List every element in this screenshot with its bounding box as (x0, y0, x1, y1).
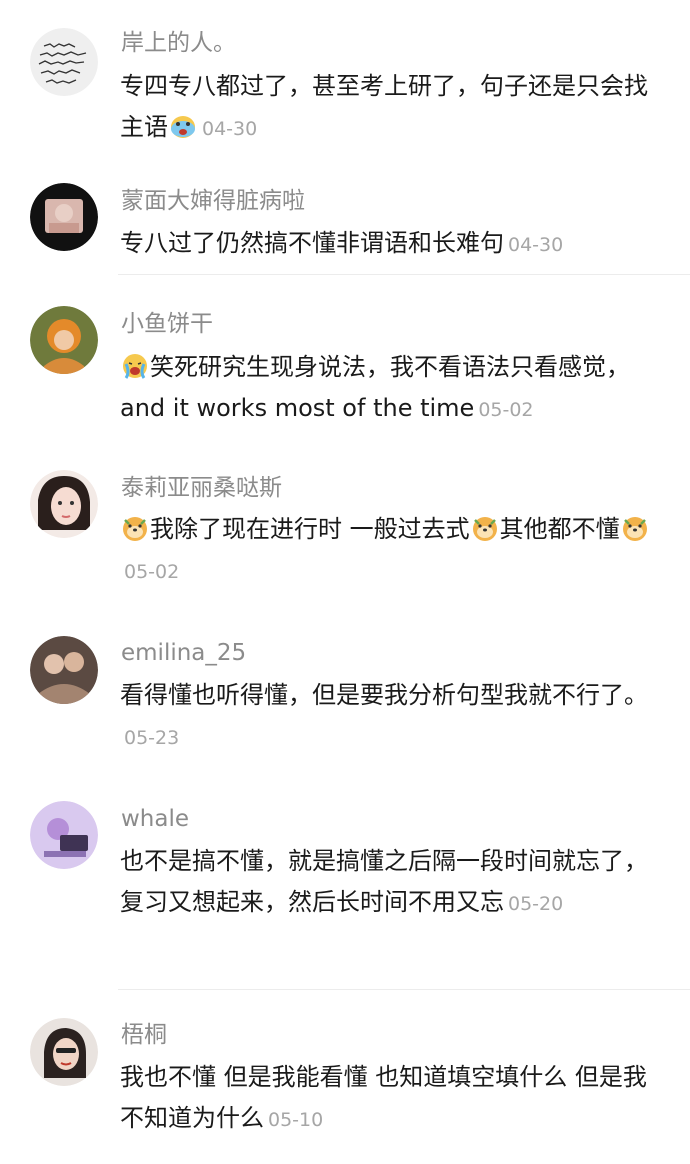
user-avatar[interactable] (30, 28, 98, 96)
comment-date: 04-30 (508, 234, 564, 256)
username[interactable]: 小鱼饼干 (121, 309, 213, 339)
username[interactable]: 梧桐 (121, 1020, 167, 1050)
doge-icon (621, 514, 649, 542)
comment-date: 05-02 (124, 561, 180, 583)
photo-avatar-icon (30, 636, 98, 704)
comment-text: 专八过了仍然搞不懂非谓语和长难句 04-30 (120, 223, 665, 266)
crying-face-icon (169, 112, 197, 140)
username[interactable]: emilina_25 (121, 638, 246, 668)
user-avatar[interactable] (30, 1018, 98, 1086)
comment-text: 也不是搞不懂，就是搞懂之后隔一段时间就忘了，复习又想起来，然后长时间不用又忘 05… (120, 841, 665, 925)
user-avatar[interactable] (30, 636, 98, 704)
comment-body: 我也不懂 但是我能看懂 也知道填空填什么 但是我不知道为什么 (120, 1063, 647, 1132)
comment-body: 专四专八都过了，甚至考上研了，句子还是只会找主语 (120, 72, 648, 141)
username[interactable]: 泰莉亚丽桑哒斯 (121, 473, 282, 503)
comment-body: 其他都不懂 (499, 515, 620, 543)
photo-avatar-icon (30, 470, 98, 538)
username[interactable]: 蒙面大婶得脏病啦 (121, 186, 305, 216)
username[interactable]: 岸上的人。 (121, 28, 236, 58)
comment-body: 也不是搞不懂，就是搞懂之后隔一段时间就忘了，复习又想起来，然后长时间不用又忘 (120, 847, 648, 916)
comment-date: 05-20 (508, 893, 564, 915)
comment-date: 05-23 (124, 727, 180, 749)
doge-icon (121, 514, 149, 542)
comment-body: 看得懂也听得懂，但是要我分析句型我就不行了。 (120, 681, 648, 709)
comment-text: 笑死研究生现身说法，我不看语法只看感觉，and it works most of… (120, 347, 665, 431)
comment-text: 看得懂也听得懂，但是要我分析句型我就不行了。 05-23 (120, 675, 665, 759)
comment-body: 专八过了仍然搞不懂非谓语和长难句 (120, 229, 504, 257)
comment-date: 05-02 (478, 399, 534, 421)
photo-avatar-icon (30, 1018, 98, 1086)
divider (118, 274, 690, 275)
comment-text: 我除了现在进行时 一般过去式 其他都不懂 05-02 (120, 509, 665, 593)
user-avatar[interactable] (30, 801, 98, 869)
user-avatar[interactable] (30, 306, 98, 374)
username[interactable]: whale (121, 804, 189, 834)
user-avatar[interactable] (30, 183, 98, 251)
comment-date: 05-10 (268, 1109, 324, 1131)
photo-avatar-icon (30, 183, 98, 251)
comment-date: 04-30 (202, 118, 258, 140)
photo-avatar-icon (30, 801, 98, 869)
comment-text: 我也不懂 但是我能看懂 也知道填空填什么 但是我不知道为什么 05-10 (120, 1057, 665, 1141)
comment-body: 我除了现在进行时 一般过去式 (150, 515, 470, 543)
crying-face-icon (121, 352, 149, 380)
comment-text: 专四专八都过了，甚至考上研了，句子还是只会找主语 04-30 (120, 66, 665, 150)
photo-avatar-icon (30, 306, 98, 374)
doge-icon (471, 514, 499, 542)
divider (118, 989, 690, 990)
user-avatar[interactable] (30, 470, 98, 538)
handwriting-avatar-icon (30, 28, 98, 96)
comment-body: 笑死研究生现身说法，我不看语法只看感觉，and it works most of… (120, 353, 630, 422)
